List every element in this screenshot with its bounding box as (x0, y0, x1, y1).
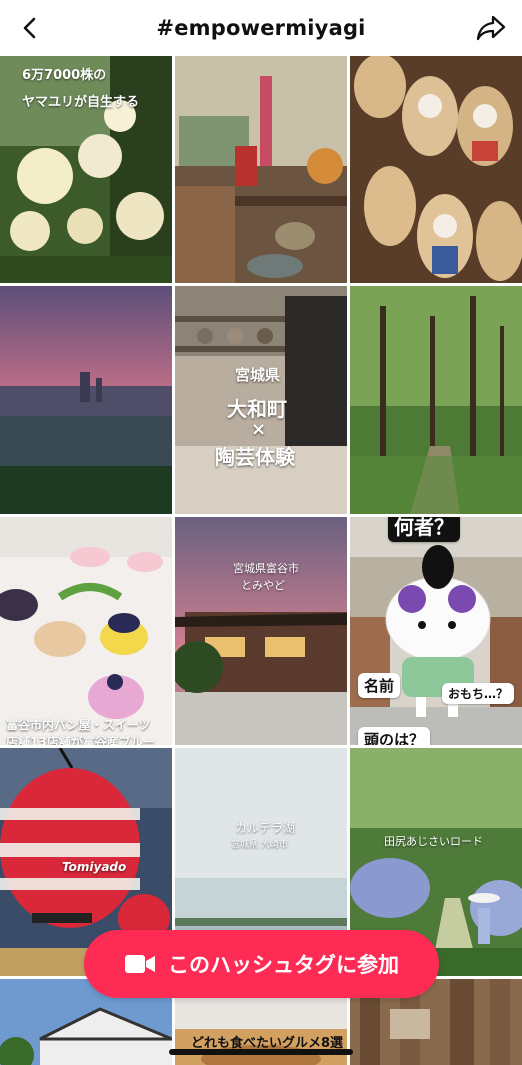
video-thumbnail-shop-interior[interactable] (175, 56, 347, 283)
header-bar: #empowermiyagi (0, 0, 522, 56)
overlay-text: 店舗13店舗が富谷産ブルー (6, 735, 155, 745)
shop-photo (175, 56, 347, 283)
video-camera-icon (125, 955, 155, 973)
video-thumbnail-wooden-plaques[interactable] (350, 56, 522, 283)
plaques-photo (350, 56, 522, 283)
overlay-text: Tomiyado (62, 860, 127, 874)
sweets-photo (0, 517, 172, 745)
caption-bubble: おもち…？ (442, 683, 515, 704)
video-thumbnail-forest-path[interactable] (350, 286, 522, 514)
overlay-text: 6万7000株の (22, 68, 107, 83)
overlay-text: × (251, 419, 267, 440)
overlay-text: 富谷市内パン屋・スイーツ (6, 718, 151, 732)
overlay-text: 宮城県 (235, 366, 281, 384)
share-button[interactable] (474, 12, 508, 44)
overlay-text: 宮城県 大崎市 (231, 840, 288, 850)
caption-bubble: 何者？ (388, 517, 460, 542)
overlay-text: カルデラ湖 (235, 821, 296, 835)
back-arrow-icon (23, 17, 36, 39)
caption-bubble: 名前 (358, 673, 401, 698)
video-thumbnail-tomiyado[interactable]: 宮城県富谷市 とみやど (175, 517, 347, 745)
caption-bubble: 頭のは？ (358, 727, 431, 745)
page-title: #empowermiyagi (156, 16, 366, 40)
mascot-photo (350, 517, 522, 745)
video-thumbnail-sweets[interactable]: 富谷市内パン屋・スイーツ 店舗13店舗が富谷産ブルー (0, 517, 172, 745)
join-hashtag-button[interactable]: このハッシュタグに参加 (84, 930, 439, 998)
overlay-text: とみやど (241, 579, 285, 592)
video-thumbnail-mascot[interactable]: 何者？ 名前 おもち…？ 頭のは？ (350, 517, 522, 745)
overlay-text: 宮城県富谷市 (233, 562, 299, 575)
video-thumbnail-lilies[interactable]: 6万7000株の ヤマユリが自生する (0, 56, 172, 283)
overlay-text: 陶芸体験 (215, 445, 295, 469)
share-icon (476, 15, 506, 41)
city-photo (0, 286, 172, 514)
home-indicator[interactable] (169, 1049, 353, 1055)
overlay-text: ヤマユリが自生する (22, 95, 140, 110)
video-thumbnail-city-sunset[interactable] (0, 286, 172, 514)
tomiyado-photo (175, 517, 347, 745)
back-button[interactable] (14, 12, 46, 44)
overlay-text: 田尻あじさいロード (384, 835, 483, 848)
forest-photo (350, 286, 522, 514)
overlay-text: 大和町 (227, 397, 287, 421)
video-thumbnail-pottery[interactable]: 宮城県 大和町 × 陶芸体験 (175, 286, 347, 514)
join-hashtag-label: このハッシュタグに参加 (168, 953, 399, 977)
